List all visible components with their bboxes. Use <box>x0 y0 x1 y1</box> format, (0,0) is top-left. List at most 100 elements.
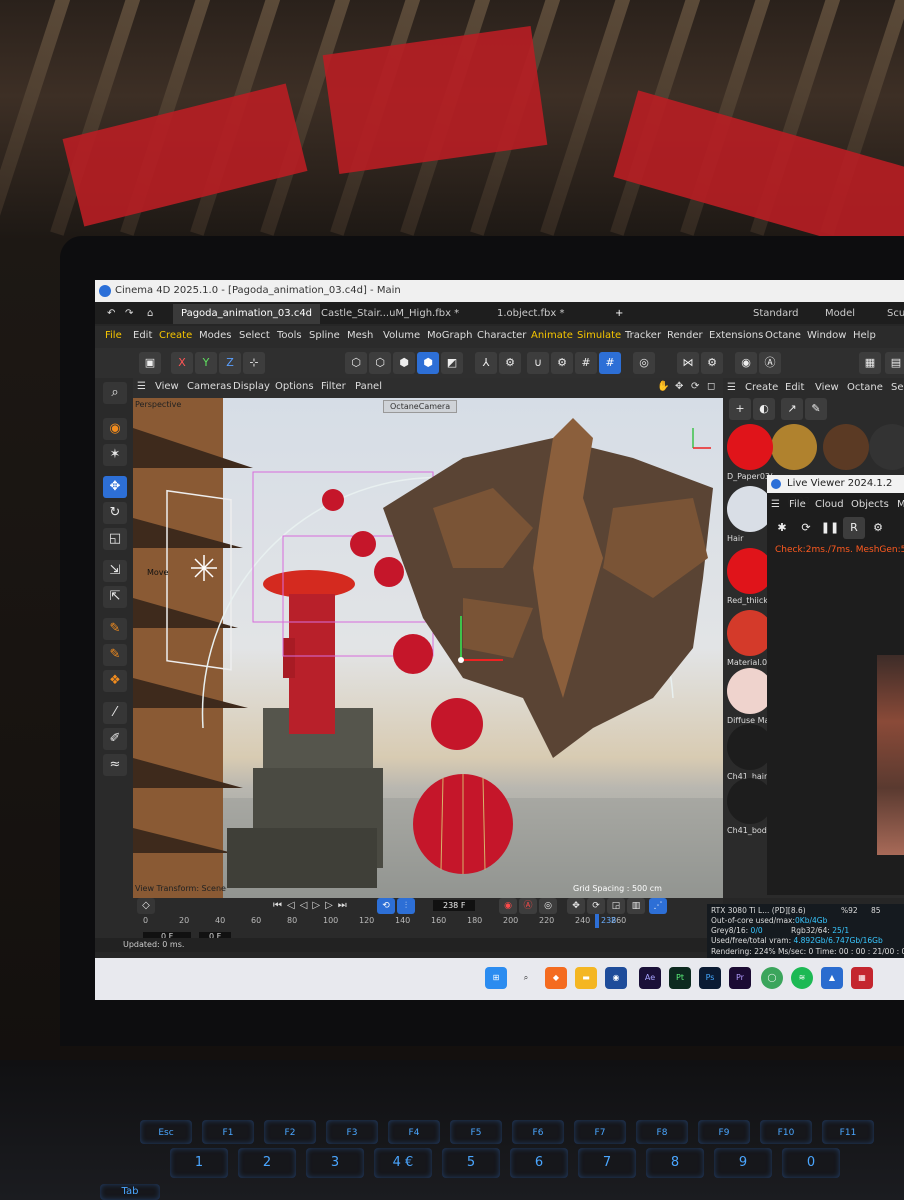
layout-model[interactable]: Model <box>817 304 863 324</box>
axis-z-button[interactable]: Z <box>219 352 241 374</box>
new-tab-icon[interactable]: + <box>607 304 631 324</box>
placement-tool-icon[interactable]: ⇱ <box>103 586 127 608</box>
menu-animate[interactable]: Animate <box>531 330 573 341</box>
material-menu-more[interactable]: Se <box>891 382 904 393</box>
image-viewer-icon[interactable]: ▲ <box>821 967 843 989</box>
number-key[interactable]: 4 € <box>374 1148 432 1178</box>
grid-app-icon[interactable]: ▦ <box>851 967 873 989</box>
lv-menu-file[interactable]: File <box>789 499 806 510</box>
magic-selection-icon[interactable]: ✶ <box>103 444 127 466</box>
restart-render-icon[interactable]: ⟳ <box>795 517 817 539</box>
settings-gear-icon[interactable]: ⚙ <box>867 517 889 539</box>
lv-menu-more[interactable]: Ma <box>897 499 904 510</box>
timeline-ruler[interactable]: 0 20 40 60 80 100 120 140 160 180 200 22… <box>133 914 723 928</box>
lv-menu-objects[interactable]: Objects <box>851 499 889 510</box>
number-key[interactable]: 6 <box>510 1148 568 1178</box>
material-arrow-icon[interactable]: ↗ <box>781 398 803 420</box>
function-key[interactable]: F9 <box>698 1120 750 1144</box>
viewport-menu-filter[interactable]: Filter <box>321 381 346 392</box>
coordinate-system-icon[interactable]: ⊹ <box>243 352 265 374</box>
menu-octane[interactable]: Octane <box>765 330 801 341</box>
tab-pagoda[interactable]: Pagoda_animation_03.c4d <box>173 304 321 324</box>
spline-pen-icon[interactable]: ✎ <box>103 618 127 640</box>
menu-tracker[interactable]: Tracker <box>625 330 661 341</box>
move-view-icon[interactable]: ✥ <box>675 381 683 392</box>
number-key[interactable]: 5 <box>442 1148 500 1178</box>
number-key[interactable]: 2 <box>238 1148 296 1178</box>
playback-controls[interactable]: ⏮◁◁▷▷⏭ <box>273 900 352 911</box>
edges-mode-icon[interactable]: ⬡ <box>369 352 391 374</box>
octane-a-icon[interactable]: Ⓐ <box>759 352 781 374</box>
material-sphere-icon[interactable]: ◐ <box>753 398 775 420</box>
rotation-key-icon[interactable]: ⟳ <box>587 898 605 914</box>
magnet-icon[interactable]: ∪ <box>527 352 549 374</box>
octane-render-icon[interactable]: ◉ <box>735 352 757 374</box>
function-key[interactable]: F4 <box>388 1120 440 1144</box>
brave-browser-icon[interactable]: ◆ <box>545 967 567 989</box>
workplane-snap-icon[interactable]: # <box>599 352 621 374</box>
send-scene-icon[interactable]: ✱ <box>771 517 793 539</box>
file-explorer-icon[interactable]: ▬ <box>575 967 597 989</box>
number-key[interactable]: 7 <box>578 1148 636 1178</box>
autokey-icon[interactable]: Ⓐ <box>519 898 537 914</box>
current-frame-field[interactable]: 238 F <box>433 900 476 911</box>
playhead[interactable] <box>595 914 599 928</box>
menu-file[interactable]: File <box>105 330 122 341</box>
position-key-icon[interactable]: ✥ <box>567 898 585 914</box>
render-view-icon[interactable]: ▦ <box>859 352 881 374</box>
maximize-view-icon[interactable]: ◻ <box>707 381 715 392</box>
number-key[interactable]: 9 <box>714 1148 772 1178</box>
scale-tool-icon[interactable]: ◱ <box>103 528 127 550</box>
model-mode-icon[interactable]: ▣ <box>139 352 161 374</box>
lv-menu-cloud[interactable]: Cloud <box>815 499 844 510</box>
menu-tools[interactable]: Tools <box>277 330 302 341</box>
substance-painter-icon[interactable]: Pt <box>669 967 691 989</box>
record-icon[interactable]: ◉ <box>499 898 517 914</box>
menu-select[interactable]: Select <box>239 330 270 341</box>
render-settings-icon[interactable]: ▤ <box>885 352 904 374</box>
polygons-mode-icon[interactable]: ⬢ <box>393 352 415 374</box>
cinema4d-taskbar-icon[interactable]: ◉ <box>605 967 627 989</box>
material-swatch-dark[interactable] <box>869 424 904 470</box>
menu-extensions[interactable]: Extensions <box>709 330 763 341</box>
axis-x-button[interactable]: X <box>171 352 193 374</box>
menu-render[interactable]: Render <box>667 330 703 341</box>
scale-key-icon[interactable]: ◲ <box>607 898 625 914</box>
snap-settings-gear-icon[interactable]: ⚙ <box>551 352 573 374</box>
number-key[interactable]: 8 <box>646 1148 704 1178</box>
number-key[interactable]: 0 <box>782 1148 840 1178</box>
function-key[interactable]: F5 <box>450 1120 502 1144</box>
grid-snap-icon[interactable]: # <box>575 352 597 374</box>
keyframe-selection-icon[interactable]: ◎ <box>539 898 557 914</box>
uv-mode-icon[interactable]: ◩ <box>441 352 463 374</box>
layout-standard[interactable]: Standard <box>745 304 807 324</box>
material-swatch-gold[interactable] <box>771 424 817 470</box>
render-region-icon[interactable]: ◎ <box>633 352 655 374</box>
material-swatch-brown[interactable] <box>823 424 869 470</box>
symmetry-icon[interactable]: ⋈ <box>677 352 699 374</box>
settings-gear-icon[interactable]: ⚙ <box>499 352 521 374</box>
param-key-icon[interactable]: ▥ <box>627 898 645 914</box>
material-menu-create[interactable]: Create <box>745 382 778 393</box>
menu-character[interactable]: Character <box>477 330 526 341</box>
menu-create[interactable]: Create <box>159 330 192 341</box>
rotate-view-icon[interactable]: ⟳ <box>691 381 699 392</box>
function-key[interactable]: F8 <box>636 1120 688 1144</box>
menu-volume[interactable]: Volume <box>383 330 420 341</box>
region-render-icon[interactable]: R <box>843 517 865 539</box>
spline-smooth-icon[interactable]: ❖ <box>103 670 127 692</box>
material-menu-octane[interactable]: Octane <box>847 382 883 393</box>
function-key[interactable]: F6 <box>512 1120 564 1144</box>
menu-modes[interactable]: Modes <box>199 330 231 341</box>
range-icon[interactable]: ⫶ <box>397 898 415 914</box>
search-icon[interactable]: ⌕ <box>515 967 537 989</box>
menu-spline[interactable]: Spline <box>309 330 340 341</box>
function-key[interactable]: F1 <box>202 1120 254 1144</box>
hair-comb-icon[interactable]: ≈ <box>103 754 127 776</box>
point-level-key-icon[interactable]: ⋰ <box>649 898 667 914</box>
photoshop-icon[interactable]: Ps <box>699 967 721 989</box>
menu-window[interactable]: Window <box>807 330 846 341</box>
eyedropper-icon[interactable]: ✎ <box>805 398 827 420</box>
menu-mograph[interactable]: MoGraph <box>427 330 472 341</box>
number-key[interactable]: 3 <box>306 1148 364 1178</box>
